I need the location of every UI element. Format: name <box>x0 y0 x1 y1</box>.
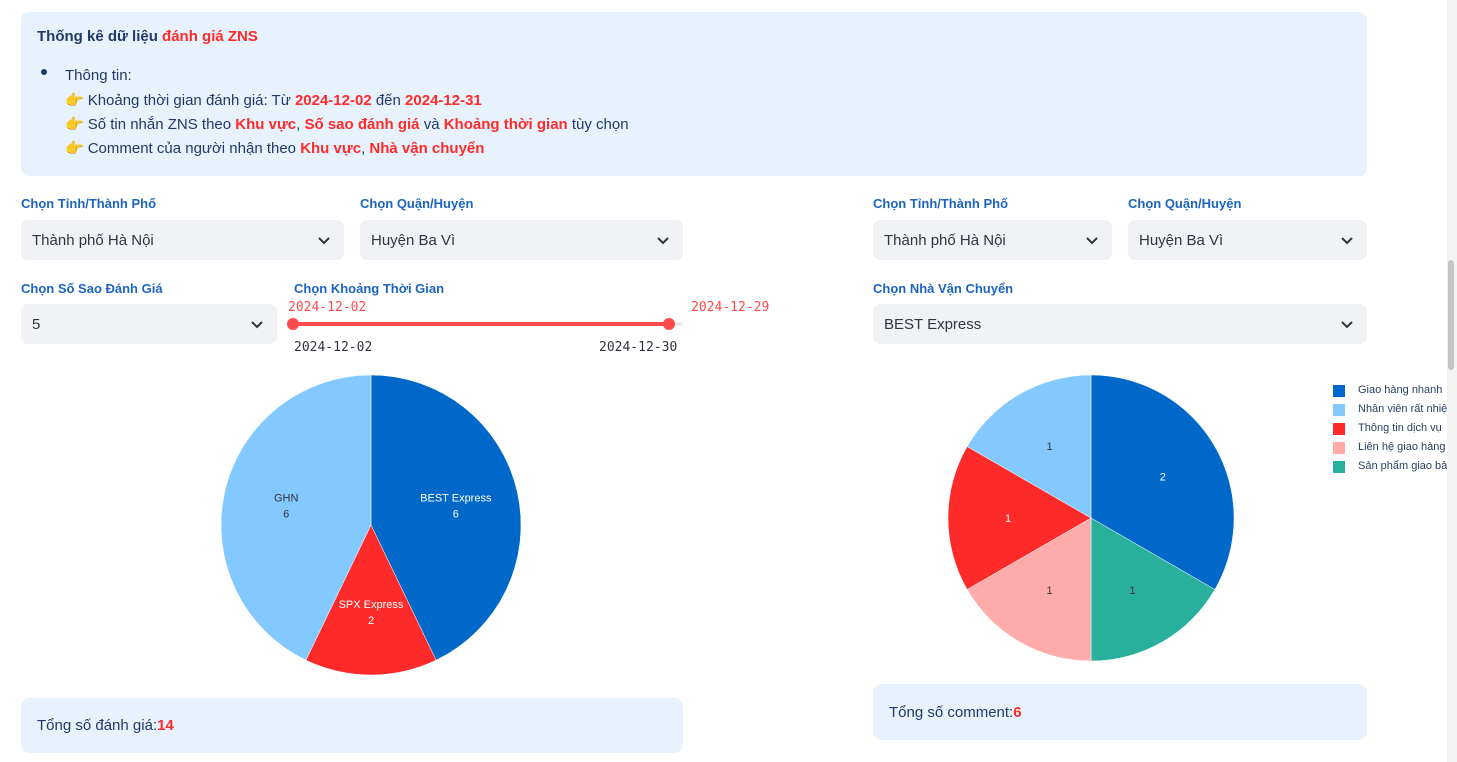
left-province-select[interactable]: Thành phố Hà Nội <box>21 220 344 260</box>
left-province-value: Thành phố Hà Nội <box>32 231 154 249</box>
legend-label: Nhân viên rất nhiệ <box>1358 403 1448 415</box>
left-province-label: Chọn Tỉnh/Thành Phố <box>21 196 157 211</box>
pie-slice-value: 1 <box>1046 441 1052 453</box>
scrollbar-track[interactable] <box>1447 0 1457 762</box>
review-total-label: Tổng số đánh giá: <box>37 717 158 734</box>
comment-pie-chart: 2 1 1 1 1 <box>947 374 1235 662</box>
chevron-down-icon <box>318 237 330 245</box>
chevron-down-icon <box>1341 237 1353 245</box>
comment-total-label: Tổng số comment: <box>889 703 1014 721</box>
left-district-value: Huyện Ba Vì <box>371 231 456 249</box>
info-text: Khoảng thời gian đánh giá: Từ <box>87 92 295 109</box>
stars-value: 5 <box>32 315 41 333</box>
pointing-hand-icon: 👉 <box>65 116 84 133</box>
info-line-date-range: 👉 Khoảng thời gian đánh giá: Từ 2024-12-0… <box>65 91 482 109</box>
carrier-value: BEST Express <box>884 315 982 333</box>
chevron-down-icon <box>251 321 263 329</box>
slider-end-handle[interactable] <box>663 318 675 330</box>
pie-slice-value: 6 <box>453 509 459 521</box>
slider-end-value: 2024-12-29 <box>691 300 770 315</box>
pointing-hand-icon: 👉 <box>65 140 84 157</box>
pie-slice-value: 6 <box>283 509 289 521</box>
info-highlight: Khu vực <box>300 140 362 157</box>
date-range-label: Chọn Khoảng Thời Gian <box>294 281 445 296</box>
comment-total-value: 6 <box>1013 703 1022 721</box>
slider-max-label: 2024-12-30 <box>599 340 678 355</box>
bullet-dot <box>41 69 47 75</box>
right-district-label: Chọn Quận/Huyện <box>1128 196 1242 211</box>
slider-start-handle[interactable] <box>287 318 299 330</box>
right-district-value: Huyện Ba Vì <box>1139 231 1224 249</box>
left-district-select[interactable]: Huyện Ba Vì <box>360 220 683 260</box>
pie-slice-label: BEST Express <box>420 493 492 505</box>
legend-label: Giao hàng nhanh <box>1358 384 1443 396</box>
legend-swatch <box>1333 404 1345 416</box>
left-district-label: Chọn Quận/Huyện <box>360 196 474 211</box>
pie-slice-value: 1 <box>1005 513 1011 525</box>
stars-select[interactable]: 5 <box>21 304 277 344</box>
comment-total-box: Tổng số comment: 6 <box>873 684 1367 740</box>
pie-slice-label: GHN <box>274 493 299 505</box>
info-title-text: Thống kê dữ liệu <box>37 28 163 45</box>
info-highlight: Nhà vận chuyển <box>369 140 485 157</box>
legend-swatch <box>1333 461 1345 473</box>
info-bullet-label: Thông tin: <box>65 67 132 84</box>
slider-min-label: 2024-12-02 <box>294 340 373 355</box>
slider-track[interactable] <box>293 322 669 326</box>
info-highlight: 2024-12-02 <box>294 92 372 109</box>
pie-slice-value: 2 <box>368 615 374 627</box>
legend-label: Sản phẩm giao bả <box>1358 460 1448 472</box>
pie-slice-value: 1 <box>1129 585 1135 597</box>
pie-slice-label: SPX Express <box>339 599 404 611</box>
carrier-select[interactable]: BEST Express <box>873 304 1367 344</box>
legend-swatch <box>1333 423 1345 435</box>
info-text: Comment của người nhận theo <box>87 140 301 157</box>
slider-start-value: 2024-12-02 <box>288 300 367 315</box>
info-line-comments: 👉 Comment của người nhận theo Khu vực, Nh… <box>65 139 484 157</box>
legend-label: Thông tin dịch vụ <box>1358 422 1442 434</box>
info-panel: Thống kê dữ liệu đánh giá ZNS Thông tin:… <box>21 12 1367 176</box>
right-province-label: Chọn Tỉnh/Thành Phố <box>873 196 1009 211</box>
info-text: , <box>296 116 305 133</box>
right-district-select[interactable]: Huyện Ba Vì <box>1128 220 1367 260</box>
info-highlight: Số sao đánh giá <box>304 116 420 133</box>
info-highlight: Khu vực <box>235 116 297 133</box>
right-province-select[interactable]: Thành phố Hà Nội <box>873 220 1112 260</box>
chevron-down-icon <box>1086 237 1098 245</box>
carrier-label: Chọn Nhà Vận Chuyển <box>873 281 1014 296</box>
info-title: Thống kê dữ liệu đánh giá ZNS <box>37 28 258 45</box>
pointing-hand-icon: 👉 <box>65 92 84 109</box>
chevron-down-icon <box>1341 321 1353 329</box>
review-total-value: 14 <box>157 717 174 734</box>
info-line-zns-count: 👉 Số tin nhắn ZNS theo Khu vực, Số sao đá… <box>65 115 629 133</box>
info-text: tùy chọn <box>567 116 629 133</box>
chevron-down-icon <box>657 237 669 245</box>
info-highlight: 2024-12-31 <box>405 92 482 109</box>
stars-label: Chọn Số Sao Đánh Giá <box>21 281 163 296</box>
pie-slice-value: 1 <box>1046 585 1052 597</box>
info-highlight: Khoảng thời gian <box>443 116 568 133</box>
info-title-highlight: đánh giá ZNS <box>162 28 258 45</box>
legend-swatch <box>1333 385 1345 397</box>
pie-slice-value: 2 <box>1160 472 1166 484</box>
info-text: Số tin nhắn ZNS theo <box>87 116 236 133</box>
info-text: và <box>419 116 444 133</box>
right-province-value: Thành phố Hà Nội <box>884 231 1006 249</box>
legend-swatch <box>1333 442 1345 454</box>
carrier-pie-chart: BEST Express 6 SPX Express 2 GHN 6 <box>220 374 522 676</box>
info-text: đến <box>371 92 406 109</box>
review-total-box: Tổng số đánh giá: 14 <box>21 698 683 753</box>
legend-label: Liên hệ giao hàng <box>1358 441 1446 453</box>
scrollbar-thumb[interactable] <box>1448 260 1454 370</box>
